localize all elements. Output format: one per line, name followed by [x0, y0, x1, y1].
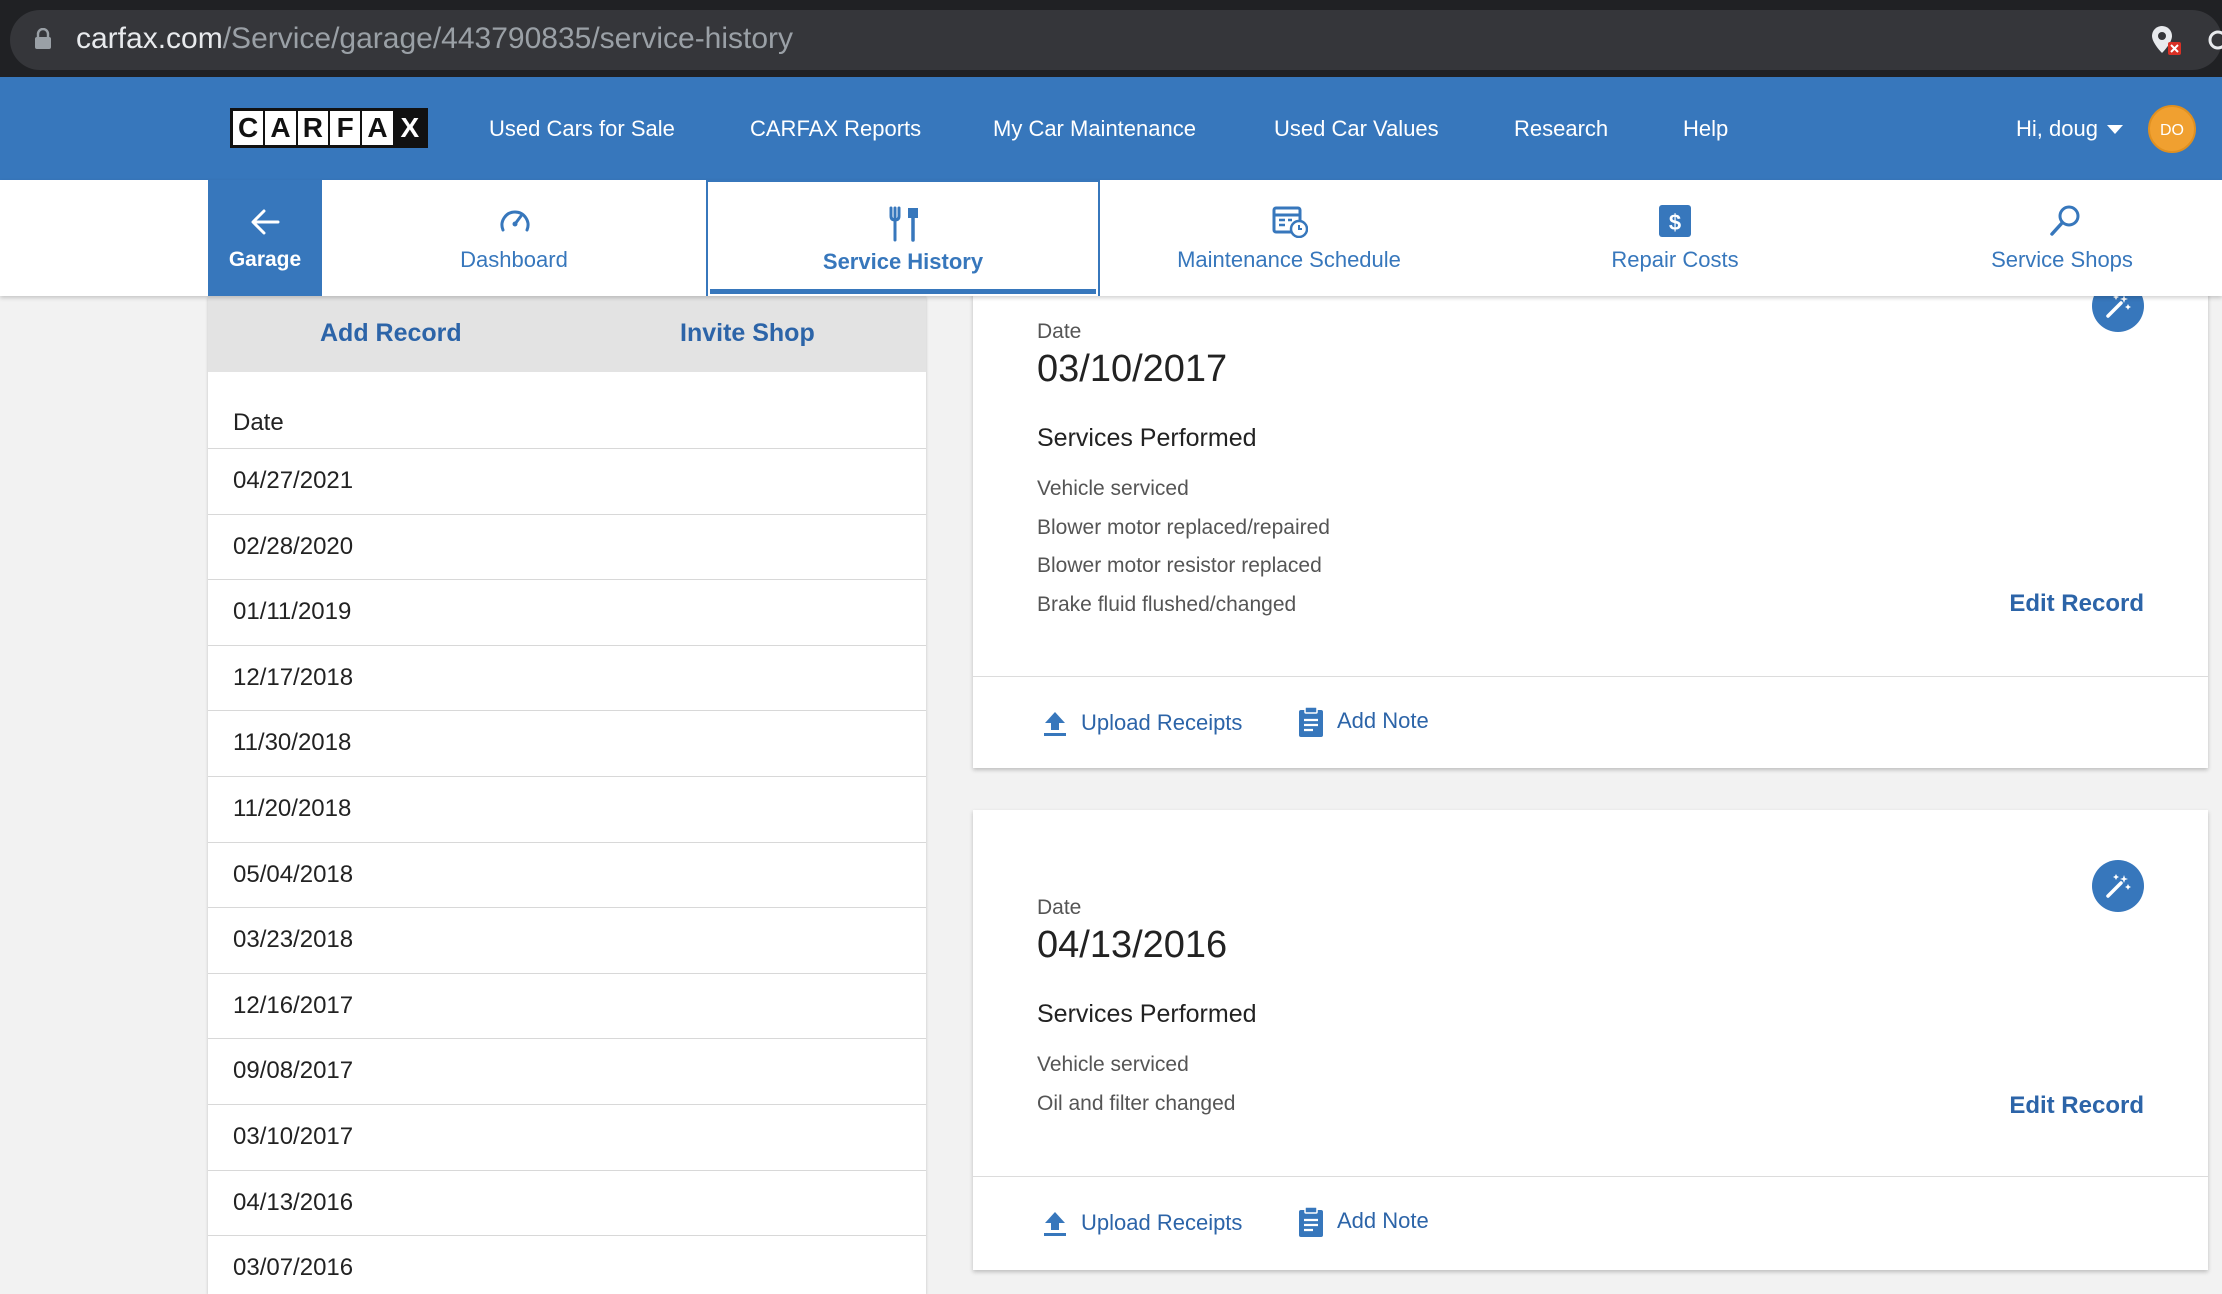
service-item: Brake fluid flushed/changed [1037, 592, 1297, 616]
date-list-item[interactable]: 11/20/2018 [208, 775, 926, 842]
service-record-card: Date 04/13/2016 Services Performed Vehic… [973, 810, 2208, 1270]
card-divider [973, 676, 2208, 677]
upload-receipts-label: Upload Receipts [1081, 1210, 1243, 1235]
garage-back-button[interactable]: Garage [208, 180, 322, 296]
user-menu[interactable]: Hi, doug [2016, 113, 2098, 145]
service-item: Oil and filter changed [1037, 1091, 1236, 1115]
svg-text:$: $ [1669, 210, 1681, 235]
tab-service-shops[interactable]: Service Shops [1872, 180, 2222, 296]
url-domain: carfax.com [76, 22, 223, 55]
carfax-logo[interactable]: C A R F A X [230, 108, 428, 148]
nav-used-car-values[interactable]: Used Car Values [1274, 113, 1439, 145]
logo-letter: C [233, 111, 266, 145]
tools-icon [889, 206, 918, 242]
tab-dashboard[interactable]: Dashboard [322, 180, 706, 296]
service-item: Blower motor resistor replaced [1037, 554, 1322, 577]
date-list-item[interactable]: 09/08/2017 [208, 1038, 926, 1104]
location-blocked-icon[interactable] [2148, 22, 2184, 58]
services-performed-title: Services Performed [1037, 1000, 1257, 1028]
edit-record-button[interactable]: Edit Record [2009, 588, 2144, 620]
date-list-item[interactable]: 03/23/2018 [208, 907, 926, 973]
magic-wand-icon [2106, 294, 2131, 318]
active-tab-indicator [710, 289, 1096, 294]
date-list-item[interactable]: 12/16/2017 [208, 972, 926, 1039]
nav-help[interactable]: Help [1683, 113, 1728, 145]
date-list: 04/27/2021 02/28/2020 01/11/2019 12/17/2018… [208, 448, 926, 1294]
avatar[interactable]: DO [2148, 105, 2196, 153]
tab-label: Maintenance Schedule [1177, 247, 1401, 272]
add-note-label: Add Note [1337, 708, 1429, 733]
service-date: 04/13/2016 [1037, 924, 1228, 966]
nav-research[interactable]: Research [1514, 113, 1608, 145]
services-list: Vehicle serviced Blower motor replaced/r… [1037, 470, 1330, 624]
dollar-icon: $ [1659, 205, 1691, 237]
url-path: /Service/garage/443790835/service-histor… [222, 22, 794, 55]
date-list-item[interactable]: 03/10/2017 [208, 1103, 926, 1170]
logo-letter: R [298, 111, 330, 145]
speedometer-icon [500, 210, 530, 232]
date-list-item[interactable]: 02/28/2020 [208, 513, 926, 580]
card-divider [973, 1176, 2208, 1177]
service-item: Blower motor replaced/repaired [1037, 515, 1330, 539]
tab-repair-costs[interactable]: $ Repair Costs [1478, 180, 1872, 296]
logo-letter: A [265, 111, 298, 145]
add-note-label: Add Note [1337, 1208, 1429, 1233]
url-text[interactable]: carfax.com/Service/garage/443790835/serv… [76, 18, 793, 60]
nav-carfax-reports[interactable]: CARFAX Reports [750, 113, 921, 145]
upload-receipts-label: Upload Receipts [1081, 710, 1243, 735]
clipboard-icon [1299, 1206, 1323, 1237]
nav-used-cars-for-sale[interactable]: Used Cars for Sale [489, 113, 675, 145]
list-action-bar: Add Record Invite Shop [208, 296, 926, 372]
tab-maintenance-schedule[interactable]: Maintenance Schedule [1100, 180, 1478, 296]
garage-label: Garage [228, 248, 302, 271]
upload-icon [1044, 1212, 1066, 1236]
date-list-item[interactable]: 12/17/2018 [208, 644, 926, 711]
date-list-item[interactable]: 05/04/2018 [208, 841, 926, 908]
tab-label: Service History [822, 249, 984, 274]
service-date-list-panel: Add Record Invite Shop Date 04/27/2021 02… [208, 296, 926, 1294]
add-record-button[interactable]: Add Record [320, 316, 462, 350]
nav-my-car-maintenance[interactable]: My Car Maintenance [993, 113, 1196, 145]
logo-letter: A [362, 111, 395, 145]
tab-service-history[interactable]: Service History [706, 180, 1100, 296]
date-list-item[interactable]: 03/07/2016 [208, 1235, 926, 1294]
edit-record-button[interactable]: Edit Record [2009, 1090, 2144, 1122]
tab-label: Service Shops [1991, 247, 2133, 272]
services-performed-title: Services Performed [1037, 424, 1257, 452]
arrow-left-icon [251, 209, 280, 235]
logo-letter: F [330, 111, 363, 145]
auto-fill-button[interactable] [2092, 860, 2144, 912]
key-icon[interactable] [2206, 26, 2222, 54]
date-list-item[interactable]: 04/27/2021 [208, 448, 926, 514]
tab-label: Dashboard [460, 247, 568, 272]
date-list-item[interactable]: 11/30/2018 [208, 710, 926, 776]
date-label: Date [1037, 320, 1082, 343]
date-list-item[interactable]: 01/11/2019 [208, 579, 926, 645]
services-list: Vehicle serviced Oil and filter changed [1037, 1046, 1235, 1123]
service-item: Vehicle serviced [1037, 477, 1189, 500]
lock-icon [35, 28, 51, 49]
browser-url-bar: carfax.com/Service/garage/443790835/serv… [0, 0, 2222, 77]
clipboard-icon [1299, 706, 1323, 737]
caret-down-icon[interactable] [2107, 125, 2123, 134]
tab-label: Repair Costs [1611, 247, 1739, 272]
date-column-header: Date [233, 409, 284, 436]
service-date: 03/10/2017 [1037, 348, 1228, 390]
upload-icon [1044, 712, 1066, 736]
service-item: Vehicle serviced [1037, 1053, 1189, 1076]
logo-letter: X [394, 111, 425, 145]
search-icon [2050, 205, 2080, 236]
calendar-clock-icon [1272, 206, 1308, 238]
date-list-item[interactable]: 04/13/2016 [208, 1169, 926, 1236]
magic-wand-icon [2106, 874, 2131, 898]
invite-shop-button[interactable]: Invite Shop [680, 316, 815, 350]
service-record-card: Date 03/10/2017 Services Performed Vehic… [973, 280, 2208, 768]
date-label: Date [1037, 896, 1082, 919]
